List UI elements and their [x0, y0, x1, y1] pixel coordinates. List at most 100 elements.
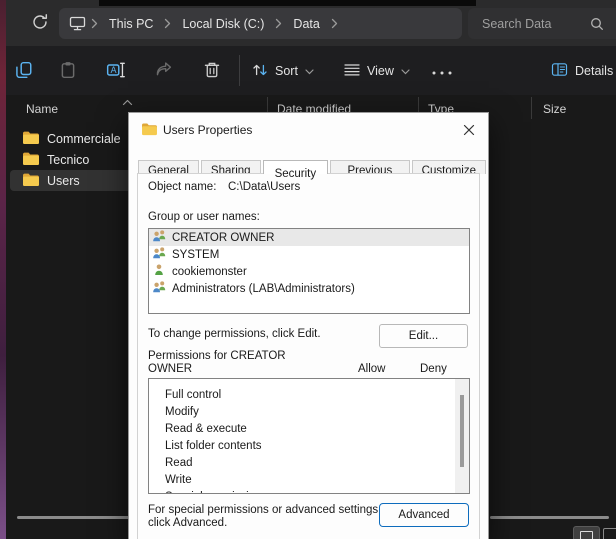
thumbnail-view-toggle-icon[interactable] [603, 528, 616, 539]
this-pc-monitor-icon [69, 16, 86, 31]
view-label: View [367, 64, 394, 78]
permission-row-read-execute: Read & execute [165, 421, 449, 438]
breadcrumb-this-pc[interactable]: This PC [103, 17, 159, 31]
rename-icon: A [106, 61, 126, 82]
principal-name: CREATOR OWNER [172, 232, 274, 244]
more-options-button[interactable] [427, 58, 457, 84]
tab-customize[interactable]: Customize [412, 160, 486, 174]
refresh-icon [31, 19, 49, 34]
tab-security[interactable]: Security [263, 160, 329, 174]
details-panel-icon [551, 62, 568, 80]
permissions-scrollbar[interactable] [455, 379, 469, 493]
principal-name: SYSTEM [172, 249, 219, 261]
permission-row-write: Write [165, 472, 449, 489]
tab-sharing[interactable]: Sharing [201, 160, 261, 174]
folder-icon [141, 122, 158, 139]
chevron-down-icon [305, 64, 314, 78]
view-lines-icon [344, 63, 360, 80]
share-icon [155, 61, 173, 82]
details-view-glyph [580, 531, 593, 539]
folder-row-commerciale[interactable]: Commerciale [10, 128, 146, 149]
column-header-size[interactable]: Size [543, 102, 566, 116]
paste-icon [59, 61, 77, 82]
tab-previous-versions[interactable]: Previous Versions [330, 160, 410, 174]
explorer-top-chrome: This PC Local Disk (C:) Data Search Data [6, 0, 616, 46]
details-label: Details [575, 64, 613, 78]
breadcrumb-chevron-icon [159, 18, 176, 29]
group-icon [152, 246, 167, 263]
principal-row-system[interactable]: SYSTEM [149, 246, 469, 263]
users-properties-dialog: Users Properties General Sharing Securit… [128, 112, 489, 539]
user-icon [152, 263, 167, 280]
principal-name: Administrators (LAB\Administrators) [172, 283, 355, 295]
search-placeholder: Search Data [482, 17, 590, 31]
permissions-list[interactable]: Full control Modify Read & execute List … [148, 378, 470, 494]
share-button[interactable] [151, 58, 177, 84]
svg-text:A: A [110, 66, 116, 76]
view-button[interactable]: View [344, 58, 410, 84]
folder-icon [22, 172, 40, 190]
copy-button[interactable] [11, 58, 37, 84]
permission-row-read: Read [165, 455, 449, 472]
permission-row-modify: Modify [165, 404, 449, 421]
breadcrumb-chevron-icon [326, 18, 343, 29]
horizontal-scrollbar[interactable] [490, 516, 609, 519]
rename-button[interactable]: A [103, 58, 129, 84]
paste-button[interactable] [55, 58, 81, 84]
group-icon [152, 280, 167, 297]
search-box[interactable]: Search Data [468, 8, 616, 39]
breadcrumb-local-disk-c[interactable]: Local Disk (C:) [176, 17, 270, 31]
principal-name: cookiemonster [172, 266, 247, 278]
dialog-tab-strip: General Sharing Security Previous Versio… [138, 149, 488, 174]
tab-general[interactable]: General [138, 160, 199, 174]
permissions-items: Full control Modify Read & execute List … [165, 387, 449, 494]
details-view-toggle-icon[interactable] [573, 526, 600, 539]
folder-icon [22, 130, 40, 148]
permissions-for-label-line1: Permissions for CREATOR [148, 350, 286, 362]
folder-name: Tecnico [47, 153, 89, 167]
tabbar-edge [99, 0, 476, 6]
delete-button[interactable] [199, 58, 225, 84]
object-name-label: Object name: [148, 181, 216, 193]
close-icon[interactable] [458, 120, 480, 140]
edit-hint-text: To change permissions, click Edit. [148, 328, 321, 340]
principal-row-administrators[interactable]: Administrators (LAB\Administrators) [149, 280, 469, 297]
horizontal-scrollbar[interactable] [17, 516, 130, 519]
details-pane-button[interactable]: Details [551, 58, 613, 84]
sort-label: Sort [275, 64, 298, 78]
address-bar[interactable]: This PC Local Disk (C:) Data [59, 8, 462, 39]
allow-column-label: Allow [358, 363, 385, 375]
folder-row-tecnico[interactable]: Tecnico [10, 149, 146, 170]
breadcrumb-data[interactable]: Data [287, 17, 325, 31]
group-or-user-names-label: Group or user names: [148, 211, 260, 223]
dialog-title: Users Properties [163, 123, 252, 137]
dialog-title-bar: Users Properties [129, 113, 488, 147]
copy-icon [15, 61, 33, 82]
ellipsis-icon [431, 64, 453, 79]
object-name-value: C:\Data\Users [228, 181, 300, 193]
breadcrumb-chevron-icon [86, 18, 103, 29]
principal-row-cookiemonster[interactable]: cookiemonster [149, 263, 469, 280]
sort-ascending-caret-icon [122, 95, 133, 109]
edit-button[interactable]: Edit... [379, 324, 468, 348]
folder-name: Users [47, 174, 80, 188]
sort-button[interactable]: Sort [252, 58, 314, 84]
refresh-button[interactable] [30, 13, 50, 33]
scrollbar-thumb[interactable] [460, 395, 464, 467]
search-icon [590, 17, 604, 31]
chevron-down-icon [401, 64, 410, 78]
folder-row-users[interactable]: Users [10, 170, 146, 191]
permissions-for-label-line2: OWNER [148, 363, 192, 375]
principal-row-creator-owner[interactable]: CREATOR OWNER [149, 229, 469, 246]
advanced-hint-line2: click Advanced. [148, 517, 227, 529]
folder-name: Commerciale [47, 132, 121, 146]
advanced-hint-line1: For special permissions or advanced sett… [148, 504, 381, 516]
permission-row-list-folder-contents: List folder contents [165, 438, 449, 455]
advanced-button[interactable]: Advanced [379, 503, 469, 527]
permission-row-full-control: Full control [165, 387, 449, 404]
group-or-user-names-list[interactable]: CREATOR OWNER SYSTEM cookiemonster Admin… [148, 228, 470, 314]
column-header-name[interactable]: Name [26, 102, 58, 116]
screenshot-root: This PC Local Disk (C:) Data Search Data… [0, 0, 616, 539]
group-icon [152, 229, 167, 246]
column-divider[interactable] [531, 97, 532, 119]
